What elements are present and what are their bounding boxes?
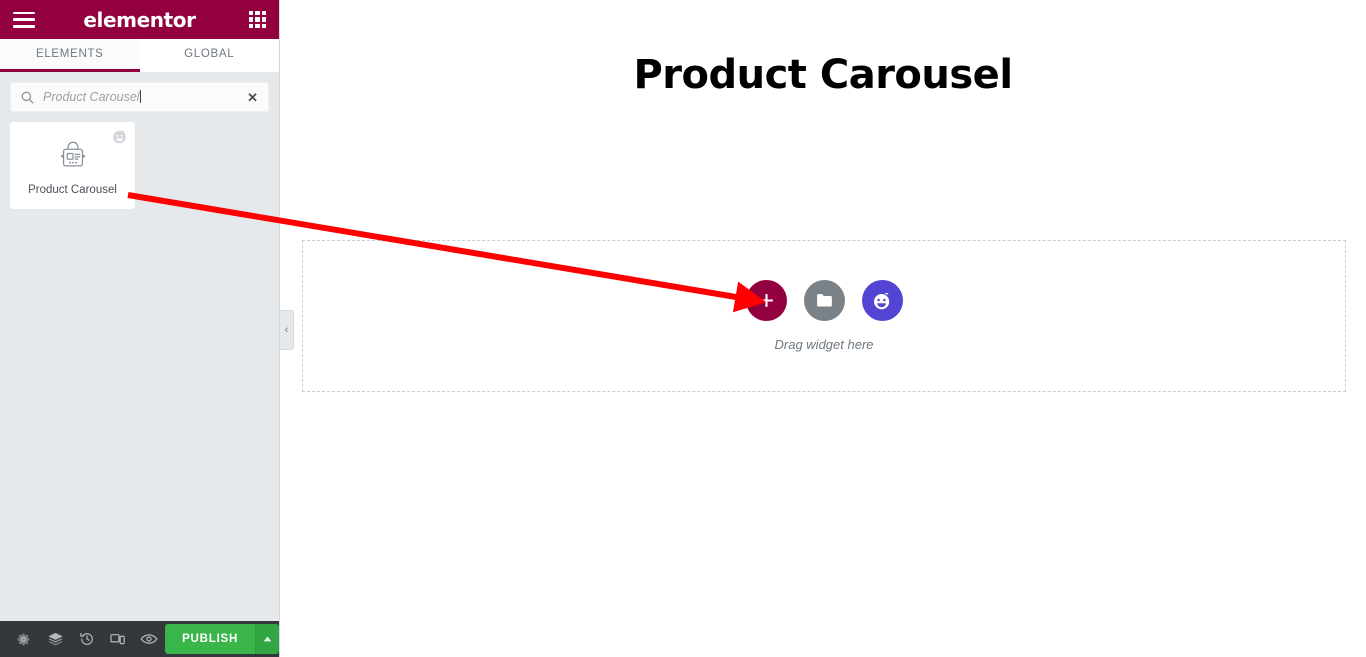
- clear-search-icon[interactable]: ✕: [241, 91, 258, 104]
- panel-collapse-handle[interactable]: ‹: [280, 310, 294, 350]
- editor-panel: elementor ELEMENTS GLOBAL Product Carous…: [0, 0, 280, 657]
- preview-eye-icon[interactable]: [134, 623, 165, 655]
- apps-grid-icon[interactable]: [249, 11, 266, 28]
- publish-options-caret-icon[interactable]: [255, 624, 279, 654]
- tab-elements[interactable]: ELEMENTS: [0, 39, 140, 72]
- add-new-section-button[interactable]: [745, 280, 787, 321]
- widget-card-label: Product Carousel: [28, 183, 117, 196]
- product-carousel-widget-icon: [55, 138, 91, 174]
- empty-section-dropzone[interactable]: Drag widget here: [302, 240, 1346, 392]
- woocommerce-badge-icon: [111, 128, 128, 145]
- editor-canvas: Product Carousel Drag widget here: [280, 0, 1366, 657]
- elementor-logo: elementor: [83, 7, 196, 32]
- widget-card-product-carousel[interactable]: Product Carousel: [10, 122, 135, 209]
- panel-header: elementor: [0, 0, 279, 39]
- dropzone-caption: Drag widget here: [774, 337, 874, 352]
- hamburger-icon[interactable]: [13, 11, 35, 28]
- history-revisions-icon[interactable]: [71, 623, 102, 655]
- text-caret: [139, 90, 141, 103]
- widget-results-list: Product Carousel: [0, 112, 279, 621]
- publish-group: PUBLISH: [165, 624, 279, 654]
- settings-gear-icon[interactable]: [8, 623, 39, 655]
- tab-global[interactable]: GLOBAL: [139, 39, 279, 72]
- panel-tabs: ELEMENTS GLOBAL: [0, 39, 279, 72]
- responsive-mode-icon[interactable]: [102, 623, 133, 655]
- search-input-value: Product Carousel: [43, 90, 140, 104]
- elementor-editor: elementor ELEMENTS GLOBAL Product Carous…: [0, 0, 1366, 657]
- search-container: Product Carousel ✕: [0, 72, 279, 112]
- add-template-folder-button[interactable]: [803, 280, 845, 321]
- search-input[interactable]: Product Carousel: [43, 90, 241, 104]
- search-box[interactable]: Product Carousel ✕: [10, 82, 269, 112]
- page-title: Product Carousel: [633, 52, 1013, 98]
- elementor-ai-button[interactable]: [861, 280, 903, 321]
- publish-button[interactable]: PUBLISH: [165, 624, 256, 654]
- dropzone-buttons: [745, 280, 903, 321]
- search-icon: [21, 91, 34, 104]
- panel-footer: PUBLISH: [0, 621, 279, 657]
- navigator-layers-icon[interactable]: [39, 623, 70, 655]
